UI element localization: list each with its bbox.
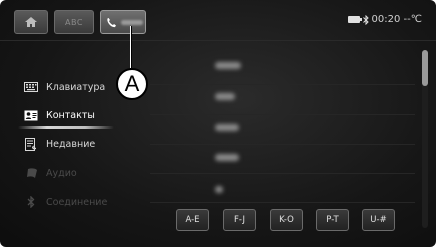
alpha-button-a-e[interactable]: A-E (176, 209, 209, 231)
header-divider (0, 40, 436, 41)
list-row-divider (150, 84, 415, 85)
keyboard-icon (24, 81, 38, 93)
alpha-button-p-t[interactable]: P-T (316, 209, 349, 231)
list-row-divider (150, 202, 415, 203)
list-item[interactable] (215, 154, 239, 161)
recent-calls-icon (24, 137, 38, 151)
sidebar-item-audio: Аудио (24, 162, 134, 184)
list-row-divider (150, 173, 415, 174)
list-row-divider (150, 144, 415, 145)
phone-icon (107, 17, 116, 27)
phone-screen: ABC 00:20 --℃ Клавиатура Контакты Недавн… (0, 0, 436, 247)
callout-leader-line-inner (131, 26, 132, 68)
audio-icon (24, 167, 38, 179)
blurred-caller-name (121, 19, 143, 25)
list-item[interactable] (215, 62, 241, 69)
active-item-indicator (18, 126, 114, 129)
status-bar: 00:20 --℃ (347, 14, 422, 25)
sidebar-item-label: Соединение (46, 196, 108, 208)
sidebar-item-label: Аудио (46, 167, 77, 179)
sidebar-item-label: Клавиатура (46, 81, 106, 93)
bluetooth-icon (362, 14, 369, 25)
list-item[interactable] (215, 93, 235, 100)
scrollbar-thumb[interactable] (422, 50, 428, 86)
list-item[interactable] (215, 124, 239, 131)
bluetooth-icon (24, 196, 38, 208)
list-row-divider (150, 114, 415, 115)
callout-a: A (116, 68, 148, 100)
tab-keypad[interactable]: ABC (54, 10, 94, 34)
clock-temperature: 00:20 --℃ (371, 14, 422, 25)
battery-icon (347, 16, 362, 23)
alpha-button-k-o[interactable]: K-O (270, 209, 303, 231)
alpha-button-u-hash[interactable]: U-# (362, 209, 395, 231)
sidebar-item-recent[interactable]: Недавние (24, 133, 134, 155)
tab-phone[interactable] (100, 10, 146, 34)
sidebar-item-connection: Соединение (24, 191, 134, 213)
sidebar-item-label: Контакты (46, 109, 95, 121)
tab-home[interactable] (14, 10, 48, 34)
sidebar-item-contacts[interactable]: Контакты (24, 104, 134, 126)
contacts-icon (24, 109, 38, 121)
sidebar-item-label: Недавние (46, 138, 96, 150)
home-icon (25, 17, 37, 27)
alpha-button-f-j[interactable]: F-J (223, 209, 256, 231)
list-item[interactable] (215, 186, 223, 193)
keypad-tab-label: ABC (65, 17, 83, 27)
